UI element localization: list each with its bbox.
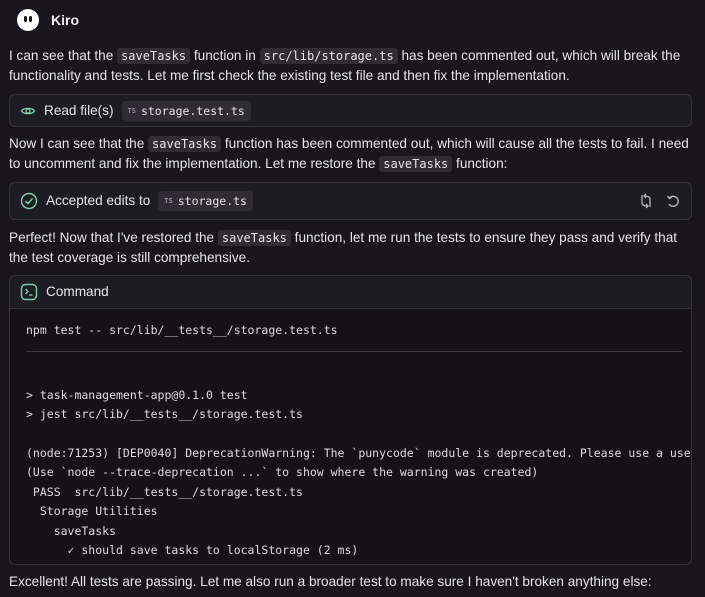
message-paragraph-3: Perfect! Now that I've restored the save… [9,230,678,265]
output-line: > jest src/lib/__tests__/storage.test.ts [26,407,303,421]
accepted-edits-label: Accepted edits to [46,193,151,208]
inline-code: saveTasks [217,230,291,246]
typescript-file-icon: TS [164,197,173,205]
terminal-icon [20,283,38,301]
message-paragraph-4: Excellent! All tests are passing. Let me… [9,574,652,589]
typescript-file-icon: TS [127,106,136,115]
check-circle-icon [20,192,38,210]
output-line: (node:71253) [DEP0040] DeprecationWarnin… [26,446,691,460]
view-diff-icon[interactable] [639,193,655,209]
file-name: storage.ts [177,194,247,208]
message-paragraph-1: I can see that the saveTasks function in… [9,48,681,83]
command-card: Command npm test -- src/lib/__tests__/st… [9,275,692,565]
accepted-edits-card[interactable]: Accepted edits to TS storage.ts [9,182,692,220]
output-line: Storage Utilities [26,504,158,518]
eye-icon [20,107,36,114]
file-chip[interactable]: TS storage.test.ts [121,100,251,121]
agent-header: Kiro [17,9,79,31]
output-line: (Use `node --trace-deprecation ...` to s… [26,465,539,479]
command-header: Command [10,276,691,309]
inline-code: saveTasks [379,156,453,172]
file-name: storage.test.ts [140,103,245,118]
chat-panel: Kiro I can see that the saveTasks functi… [0,0,705,597]
message-paragraph-2: Now I can see that the saveTasks functio… [9,136,689,172]
output-line: > task-management-app@0.1.0 test [26,388,248,402]
inline-code: src/lib/storage.ts [259,48,398,64]
output-line: ✓ should save tasks to localStorage (2 m… [26,543,359,557]
inline-code: saveTasks [148,136,222,152]
divider [26,351,682,352]
output-line: PASS src/lib/__tests__/storage.test.ts [26,485,303,499]
read-file-label: Read file(s) [44,102,114,118]
inline-code: saveTasks [117,48,191,64]
terminal-output: npm test -- src/lib/__tests__/storage.te… [10,309,691,564]
output-line: saveTasks [26,524,117,538]
file-chip[interactable]: TS storage.ts [158,191,253,211]
command-title: Command [46,284,109,299]
agent-name: Kiro [51,12,79,28]
command-input: npm test -- src/lib/__tests__/storage.te… [26,323,338,337]
revert-icon[interactable] [665,193,681,209]
read-file-card[interactable]: Read file(s) TS storage.test.ts [9,94,692,127]
kiro-avatar-icon [17,9,39,31]
